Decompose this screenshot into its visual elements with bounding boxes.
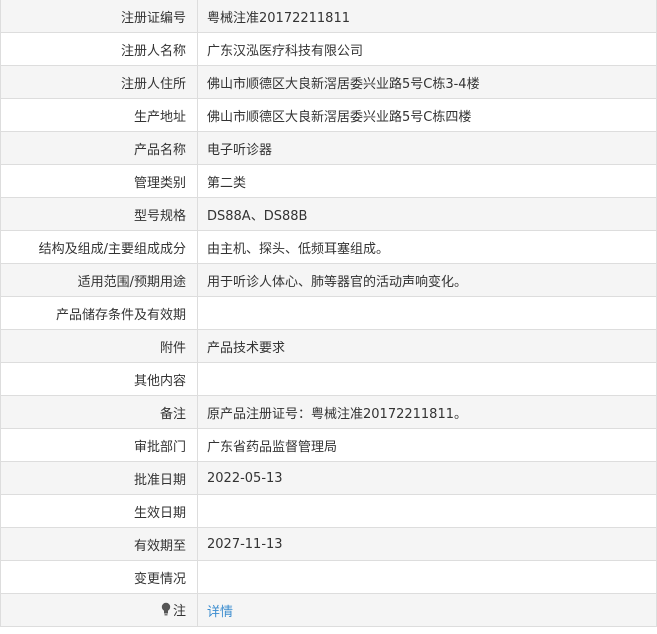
row-registration-number: 注册证编号 粤械注准20172211811 (0, 0, 657, 33)
row-production-address: 生产地址 佛山市顺德区大良新滘居委兴业路5号C栋四楼 (0, 98, 657, 132)
value-other-content (197, 362, 657, 396)
value-note: 详情 (197, 593, 657, 627)
label-production-address: 生产地址 (0, 98, 198, 132)
value-structure-composition: 由主机、探头、低频耳塞组成。 (197, 230, 657, 264)
note-label-wrapper: 注 (161, 600, 186, 619)
lightbulb-icon (161, 603, 171, 616)
note-label-text: 注 (172, 603, 186, 619)
detail-link[interactable]: 详情 (207, 605, 233, 620)
value-production-address: 佛山市顺德区大良新滘居委兴业路5号C栋四楼 (197, 98, 657, 132)
value-change-status (197, 560, 657, 594)
label-intended-use: 适用范围/预期用途 (0, 263, 198, 297)
label-storage-conditions: 产品储存条件及有效期 (0, 296, 198, 330)
label-valid-until: 有效期至 (0, 527, 198, 561)
row-valid-until: 有效期至 2027-11-13 (0, 527, 657, 561)
label-registrant-name: 注册人名称 (0, 32, 198, 66)
row-product-name: 产品名称 电子听诊器 (0, 131, 657, 165)
label-approval-date: 批准日期 (0, 461, 198, 495)
row-note: 注 详情 (0, 593, 657, 627)
label-other-content: 其他内容 (0, 362, 198, 396)
label-remarks: 备注 (0, 395, 198, 429)
value-approval-date: 2022-05-13 (197, 461, 657, 495)
label-model-spec: 型号规格 (0, 197, 198, 231)
registration-detail-table: 注册证编号 粤械注准20172211811 注册人名称 广东汉泓医疗科技有限公司… (0, 0, 657, 627)
label-registrant-address: 注册人住所 (0, 65, 198, 99)
label-registration-number: 注册证编号 (0, 0, 198, 33)
label-note: 注 (0, 593, 198, 627)
row-model-spec: 型号规格 DS88A、DS88B (0, 197, 657, 231)
row-registrant-name: 注册人名称 广东汉泓医疗科技有限公司 (0, 32, 657, 66)
row-approval-date: 批准日期 2022-05-13 (0, 461, 657, 495)
row-other-content: 其他内容 (0, 362, 657, 396)
value-product-name: 电子听诊器 (197, 131, 657, 165)
row-registrant-address: 注册人住所 佛山市顺德区大良新滘居委兴业路5号C栋3-4楼 (0, 65, 657, 99)
label-attachment: 附件 (0, 329, 198, 363)
row-structure-composition: 结构及组成/主要组成成分 由主机、探头、低频耳塞组成。 (0, 230, 657, 264)
value-remarks: 原产品注册证号：粤械注准20172211811。 (197, 395, 657, 429)
value-registrant-address: 佛山市顺德区大良新滘居委兴业路5号C栋3-4楼 (197, 65, 657, 99)
value-approval-department: 广东省药品监督管理局 (197, 428, 657, 462)
value-effective-date (197, 494, 657, 528)
label-change-status: 变更情况 (0, 560, 198, 594)
value-registrant-name: 广东汉泓医疗科技有限公司 (197, 32, 657, 66)
label-management-category: 管理类别 (0, 164, 198, 198)
row-intended-use: 适用范围/预期用途 用于听诊人体心、肺等器官的活动声响变化。 (0, 263, 657, 297)
value-valid-until: 2027-11-13 (197, 527, 657, 561)
value-storage-conditions (197, 296, 657, 330)
row-attachment: 附件 产品技术要求 (0, 329, 657, 363)
label-product-name: 产品名称 (0, 131, 198, 165)
row-approval-department: 审批部门 广东省药品监督管理局 (0, 428, 657, 462)
row-storage-conditions: 产品储存条件及有效期 (0, 296, 657, 330)
value-management-category: 第二类 (197, 164, 657, 198)
row-effective-date: 生效日期 (0, 494, 657, 528)
value-model-spec: DS88A、DS88B (197, 197, 657, 231)
label-structure-composition: 结构及组成/主要组成成分 (0, 230, 198, 264)
label-effective-date: 生效日期 (0, 494, 198, 528)
label-approval-department: 审批部门 (0, 428, 198, 462)
value-attachment: 产品技术要求 (197, 329, 657, 363)
value-intended-use: 用于听诊人体心、肺等器官的活动声响变化。 (197, 263, 657, 297)
row-management-category: 管理类别 第二类 (0, 164, 657, 198)
row-change-status: 变更情况 (0, 560, 657, 594)
row-remarks: 备注 原产品注册证号：粤械注准20172211811。 (0, 395, 657, 429)
value-registration-number: 粤械注准20172211811 (197, 0, 657, 33)
